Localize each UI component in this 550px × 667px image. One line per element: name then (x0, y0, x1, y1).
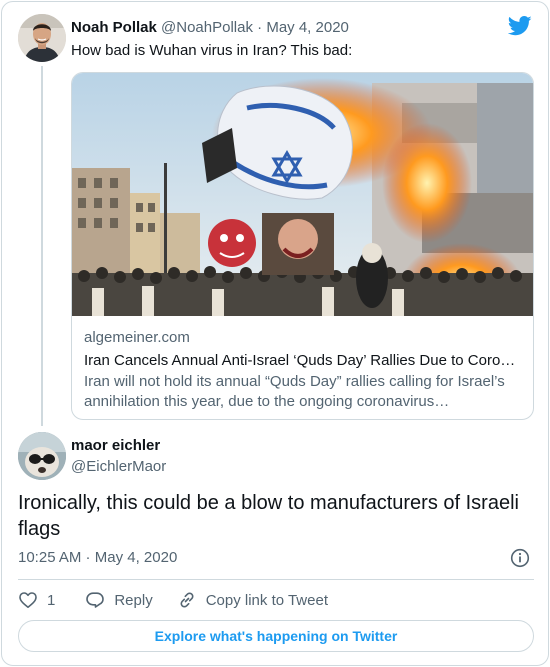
tweet-actions-bar: 1 Reply Copy link to Tweet (18, 589, 328, 611)
copy-link-label: Copy link to Tweet (205, 591, 328, 609)
tweet-timestamp[interactable]: 10:25 AM · May 4, 2020 (18, 548, 177, 568)
parent-tweet-text: How bad is Wuhan virus in Iran? This bad… (71, 42, 353, 59)
reply-label: Reply (114, 591, 153, 609)
tweet-embed-card: Noah Pollak @NoahPollak · May 4, 2020 Ho… (1, 1, 549, 666)
link-domain: algemeiner.com (84, 329, 190, 346)
info-icon[interactable] (510, 548, 530, 568)
explore-twitter-button[interactable]: Explore what's happening on Twitter (18, 620, 534, 652)
like-button[interactable]: 1 (18, 590, 55, 610)
link-preview-text: algemeiner.com Iran Cancels Annual Anti-… (84, 328, 522, 412)
parent-date[interactable]: May 4, 2020 (266, 19, 349, 36)
parent-tweet-header: Noah Pollak @NoahPollak · May 4, 2020 (71, 18, 349, 38)
divider-above-actions (18, 579, 534, 580)
timestamp-separator: · (81, 549, 95, 566)
parent-tweet[interactable]: Noah Pollak @NoahPollak · May 4, 2020 Ho… (2, 2, 548, 427)
avatar-maor-eichler[interactable] (18, 432, 66, 480)
heart-icon (19, 592, 37, 608)
thread-connector-line (41, 66, 43, 426)
twitter-bird-icon[interactable] (507, 16, 532, 36)
parent-author-name[interactable]: Noah Pollak (71, 19, 157, 36)
link-title: Iran Cancels Annual Anti-Israel ‘Quds Da… (84, 352, 516, 369)
like-count: 1 (47, 591, 56, 609)
copy-link-button[interactable]: Copy link to Tweet (177, 590, 328, 610)
tweet-time[interactable]: 10:25 AM (18, 549, 81, 566)
reply-button[interactable]: Reply (85, 590, 153, 610)
parent-separator: · (252, 19, 267, 36)
tweet-date[interactable]: May 4, 2020 (95, 549, 178, 566)
parent-author-handle[interactable]: @NoahPollak (161, 19, 253, 36)
link-icon (180, 592, 194, 608)
link-preview-image (72, 73, 533, 316)
link-description: Iran will not hold its annual “Quds Day”… (84, 373, 505, 410)
link-preview-card[interactable]: algemeiner.com Iran Cancels Annual Anti-… (71, 72, 534, 420)
author-name[interactable]: maor eichler (71, 436, 160, 456)
tweet-text: Ironically, this could be a blow to manu… (18, 492, 519, 540)
avatar-noah-pollak[interactable] (18, 14, 66, 62)
author-handle[interactable]: @EichlerMaor (71, 457, 166, 477)
reply-icon (86, 592, 105, 608)
